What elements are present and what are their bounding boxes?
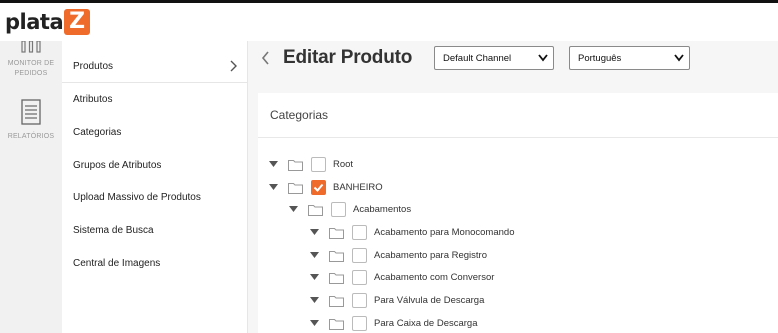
logo-text: plata [5,10,64,34]
folder-icon [288,159,303,171]
folder-icon [308,204,323,216]
category-label: Acabamentos [353,204,412,215]
expand-toggle-icon[interactable] [310,320,319,327]
document-icon [21,99,41,125]
products-submenu: Produtos Atributos Categorias Grupos de … [62,41,248,333]
expand-toggle-icon[interactable] [289,206,298,213]
submenu-label: Atributos [73,94,113,105]
folder-icon [288,182,303,194]
submenu-label: Sistema de Busca [73,225,154,236]
icon-rail: MONITOR DE PEDIDOS RELATÓRIOS [0,41,62,333]
submenu-label: Categorias [73,127,122,138]
tree-node: Para Caixa de Descarga [310,315,478,332]
back-chevron-icon[interactable] [261,51,270,65]
categories-panel-header: Categorias [258,93,778,138]
expand-toggle-icon[interactable] [310,274,319,281]
folder-icon [329,295,344,307]
bar-chart-icon [21,41,41,53]
submenu-item-sistema-de-busca[interactable]: Sistema de Busca [62,214,248,247]
rail-item-monitor-pedidos[interactable]: MONITOR DE PEDIDOS [0,41,62,79]
category-checkbox[interactable] [352,248,367,263]
category-label: Para Válvula de Descarga [374,295,485,306]
chevron-down-icon [538,54,548,62]
submenu-item-atributos[interactable]: Atributos [62,83,248,116]
chevron-down-icon [674,54,684,62]
language-select-value: Português [578,52,622,64]
folder-icon [329,227,344,239]
category-checkbox[interactable] [352,316,367,331]
platz-logo[interactable]: plata Z [5,9,91,35]
tree-node: Acabamento para Registro [310,247,487,264]
submenu-item-produtos[interactable]: Produtos [62,50,248,83]
tree-node: Para Válvula de Descarga [310,292,484,309]
checkmark-icon [313,183,324,192]
folder-icon [329,272,344,284]
category-checkbox[interactable] [352,293,367,308]
channel-select-value: Default Channel [443,52,512,64]
rail-item-relatorios[interactable]: RELATÓRIOS [0,99,62,142]
submenu-item-categorias[interactable]: Categorias [62,116,248,149]
tree-node: BANHEIRO [269,179,383,196]
category-checkbox[interactable] [331,202,346,217]
category-label: Acabamento para Monocomando [374,227,515,238]
language-select[interactable]: Português [569,46,690,70]
expand-toggle-icon[interactable] [310,252,319,259]
category-checkbox[interactable] [352,270,367,285]
rail-label-monitor: MONITOR DE [7,60,55,67]
category-label: BANHEIRO [333,182,383,193]
category-label: Root [333,159,354,170]
submenu-label: Grupos de Atributos [73,160,162,171]
rail-label-pedidos: PEDIDOS [14,70,48,77]
category-label: Acabamento com Conversor [374,272,495,283]
submenu-item-central-de-imagens[interactable]: Central de Imagens [62,247,248,280]
tree-node: Acabamento para Monocomando [310,224,514,241]
expand-toggle-icon[interactable] [310,229,319,236]
folder-icon [329,250,344,262]
logo-badge: Z [64,9,91,35]
submenu-label: Upload Massivo de Produtos [73,192,201,203]
category-label: Para Caixa de Descarga [374,318,478,329]
categories-panel: Categorias Root BANHEIRO Acabamentos Acabam… [258,93,778,333]
category-checkbox[interactable] [311,180,326,195]
app-header: plata Z [0,3,778,41]
channel-select[interactable]: Default Channel [434,46,554,70]
page-title: Editar Produto [283,47,413,68]
submenu-item-upload-massivo[interactable]: Upload Massivo de Produtos [62,181,248,214]
folder-icon [329,318,344,330]
tree-node: Acabamentos [289,201,411,218]
main-content: Editar Produto Default Channel Português… [248,41,778,333]
expand-toggle-icon[interactable] [310,297,319,304]
chevron-right-icon [230,60,237,72]
expand-toggle-icon[interactable] [269,161,278,168]
submenu-label: Produtos [73,60,114,72]
tree-node: Acabamento com Conversor [310,269,494,286]
categories-title: Categorias [270,108,329,122]
rail-label-relatorios: RELATÓRIOS [7,133,55,140]
expand-toggle-icon[interactable] [269,184,278,191]
tree-node: Root [269,156,353,173]
submenu-label: Central de Imagens [73,258,161,269]
submenu-item-grupos-de-atributos[interactable]: Grupos de Atributos [62,149,248,182]
category-checkbox[interactable] [352,225,367,240]
category-label: Acabamento para Registro [374,250,488,261]
category-checkbox[interactable] [311,157,326,172]
